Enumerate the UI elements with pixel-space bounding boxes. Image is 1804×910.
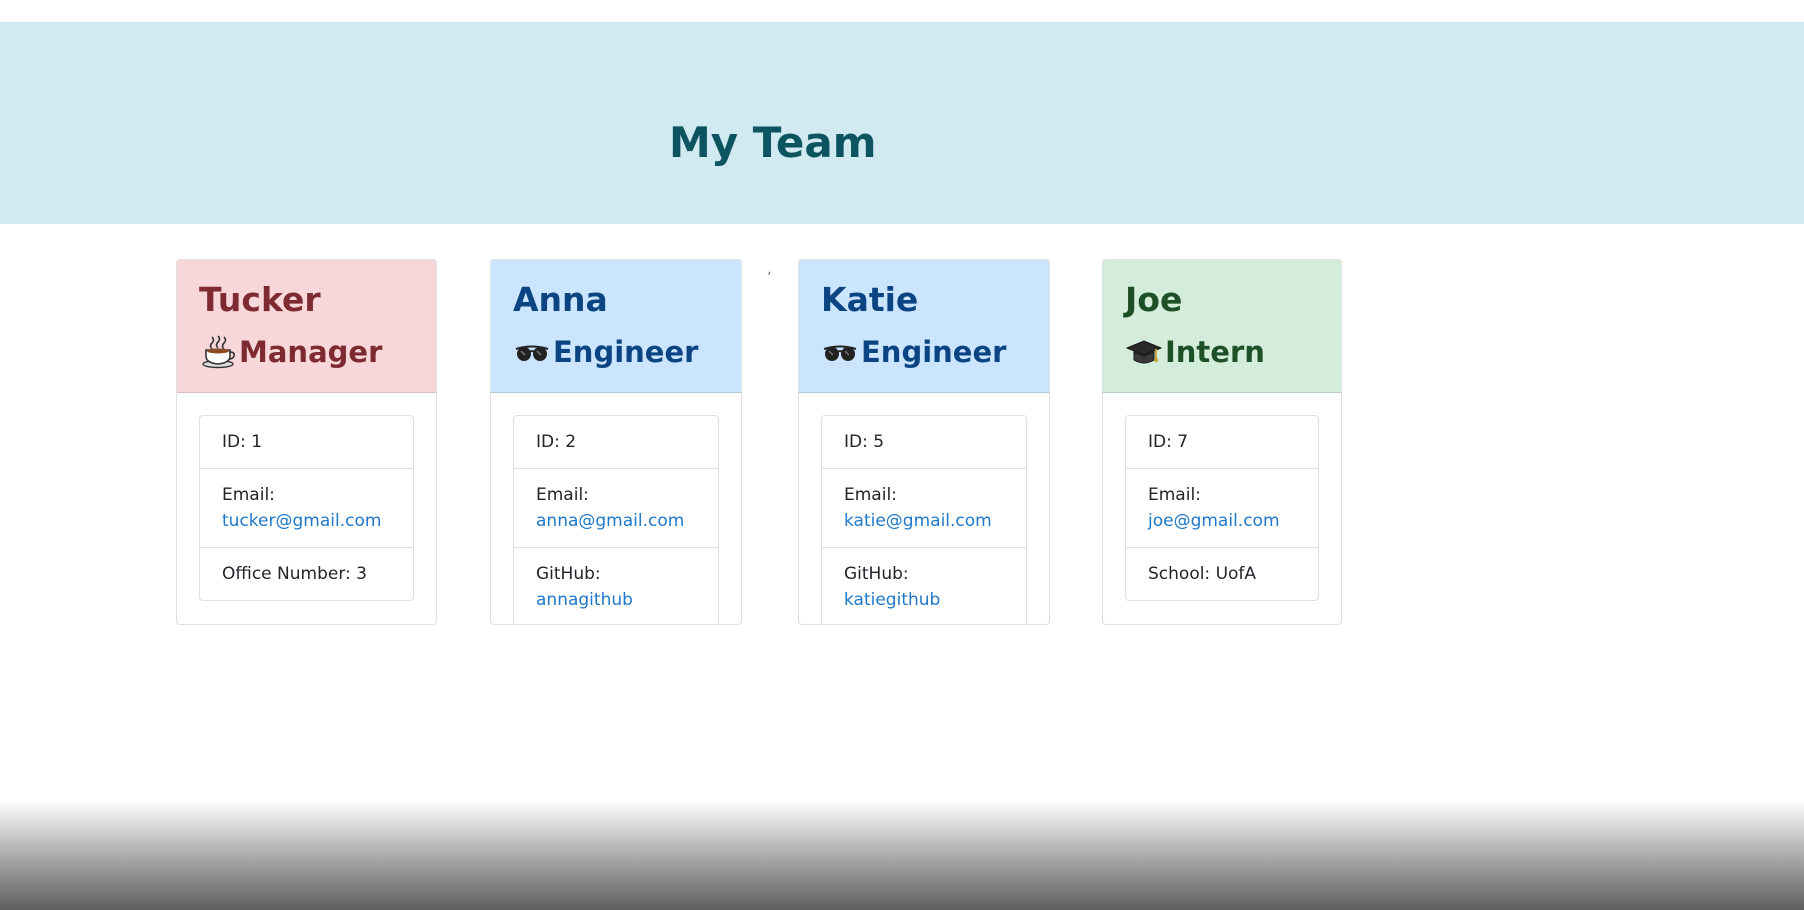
employee-email-row: Email: anna@gmail.com bbox=[514, 469, 718, 548]
github-link[interactable]: katiegithub bbox=[844, 590, 940, 610]
employee-role: Intern bbox=[1125, 329, 1319, 375]
glasses-icon bbox=[513, 333, 551, 371]
employee-details: ID: 2 Email: anna@gmail.com GitHub: anna… bbox=[513, 415, 719, 624]
employee-role: Manager bbox=[199, 329, 414, 375]
employee-card-tucker: Tucker Manager ID: 1 Email: tucker@gmail… bbox=[176, 259, 437, 625]
employee-name: Anna bbox=[513, 280, 608, 319]
page: My Team ʼ Tucker Manager ID: 1 Email: tu… bbox=[0, 0, 1804, 910]
employee-id: ID: 5 bbox=[822, 416, 1026, 469]
employee-card-katie: Katie Engineer ID: 5 Email: katie@gmail.… bbox=[798, 259, 1050, 625]
stray-mark: ʼ bbox=[767, 270, 772, 286]
email-label: Email: bbox=[536, 485, 589, 505]
graduation-cap-icon bbox=[1125, 333, 1163, 371]
employee-email-row: Email: tucker@gmail.com bbox=[200, 469, 413, 548]
office-number: Office Number: 3 bbox=[222, 564, 367, 584]
role-label: Engineer bbox=[861, 335, 1007, 369]
role-label: Intern bbox=[1165, 335, 1265, 369]
employee-name: Katie bbox=[821, 280, 919, 319]
employee-name: Joe bbox=[1125, 280, 1183, 319]
glasses-icon bbox=[821, 333, 859, 371]
employee-details: ID: 7 Email: joe@gmail.com School: UofA bbox=[1125, 415, 1319, 601]
bottom-fade-overlay bbox=[0, 800, 1804, 910]
employee-details: ID: 1 Email: tucker@gmail.com Office Num… bbox=[199, 415, 414, 601]
github-link[interactable]: annagithub bbox=[536, 590, 633, 610]
github-row: GitHub: katiegithub bbox=[822, 548, 1026, 624]
employee-email-row: Email: joe@gmail.com bbox=[1126, 469, 1318, 548]
github-row: GitHub: annagithub bbox=[514, 548, 718, 624]
employee-role: Engineer bbox=[821, 329, 1027, 375]
employee-name: Tucker bbox=[199, 280, 321, 319]
email-link[interactable]: anna@gmail.com bbox=[536, 511, 684, 531]
email-label: Email: bbox=[222, 485, 275, 505]
email-label: Email: bbox=[1148, 485, 1201, 505]
email-link[interactable]: tucker@gmail.com bbox=[222, 511, 381, 531]
employee-id: ID: 2 bbox=[514, 416, 718, 469]
employee-email-row: Email: katie@gmail.com bbox=[822, 469, 1026, 548]
role-label: Engineer bbox=[553, 335, 699, 369]
employee-id: ID: 1 bbox=[200, 416, 413, 469]
employee-details: ID: 5 Email: katie@gmail.com GitHub: kat… bbox=[821, 415, 1027, 624]
coffee-cup-icon bbox=[199, 333, 237, 371]
email-link[interactable]: joe@gmail.com bbox=[1148, 511, 1280, 531]
github-label: GitHub: bbox=[844, 564, 909, 584]
card-header: Tucker Manager bbox=[177, 260, 436, 393]
card-header: Joe Intern bbox=[1103, 260, 1341, 393]
email-label: Email: bbox=[844, 485, 897, 505]
email-link[interactable]: katie@gmail.com bbox=[844, 511, 992, 531]
employee-role: Engineer bbox=[513, 329, 719, 375]
employee-card-anna: Anna Engineer ID: 2 Email: anna@gmail.co… bbox=[490, 259, 742, 625]
employee-card-joe: Joe Intern ID: 7 Email: joe@gmail.com Sc… bbox=[1102, 259, 1342, 625]
github-label: GitHub: bbox=[536, 564, 601, 584]
employee-id: ID: 7 bbox=[1126, 416, 1318, 469]
school-row: School: UofA bbox=[1148, 564, 1257, 584]
page-title: My Team bbox=[669, 118, 877, 167]
role-label: Manager bbox=[239, 335, 383, 369]
header-banner: My Team bbox=[0, 22, 1804, 224]
card-header: Anna Engineer bbox=[491, 260, 741, 393]
card-header: Katie Engineer bbox=[799, 260, 1049, 393]
